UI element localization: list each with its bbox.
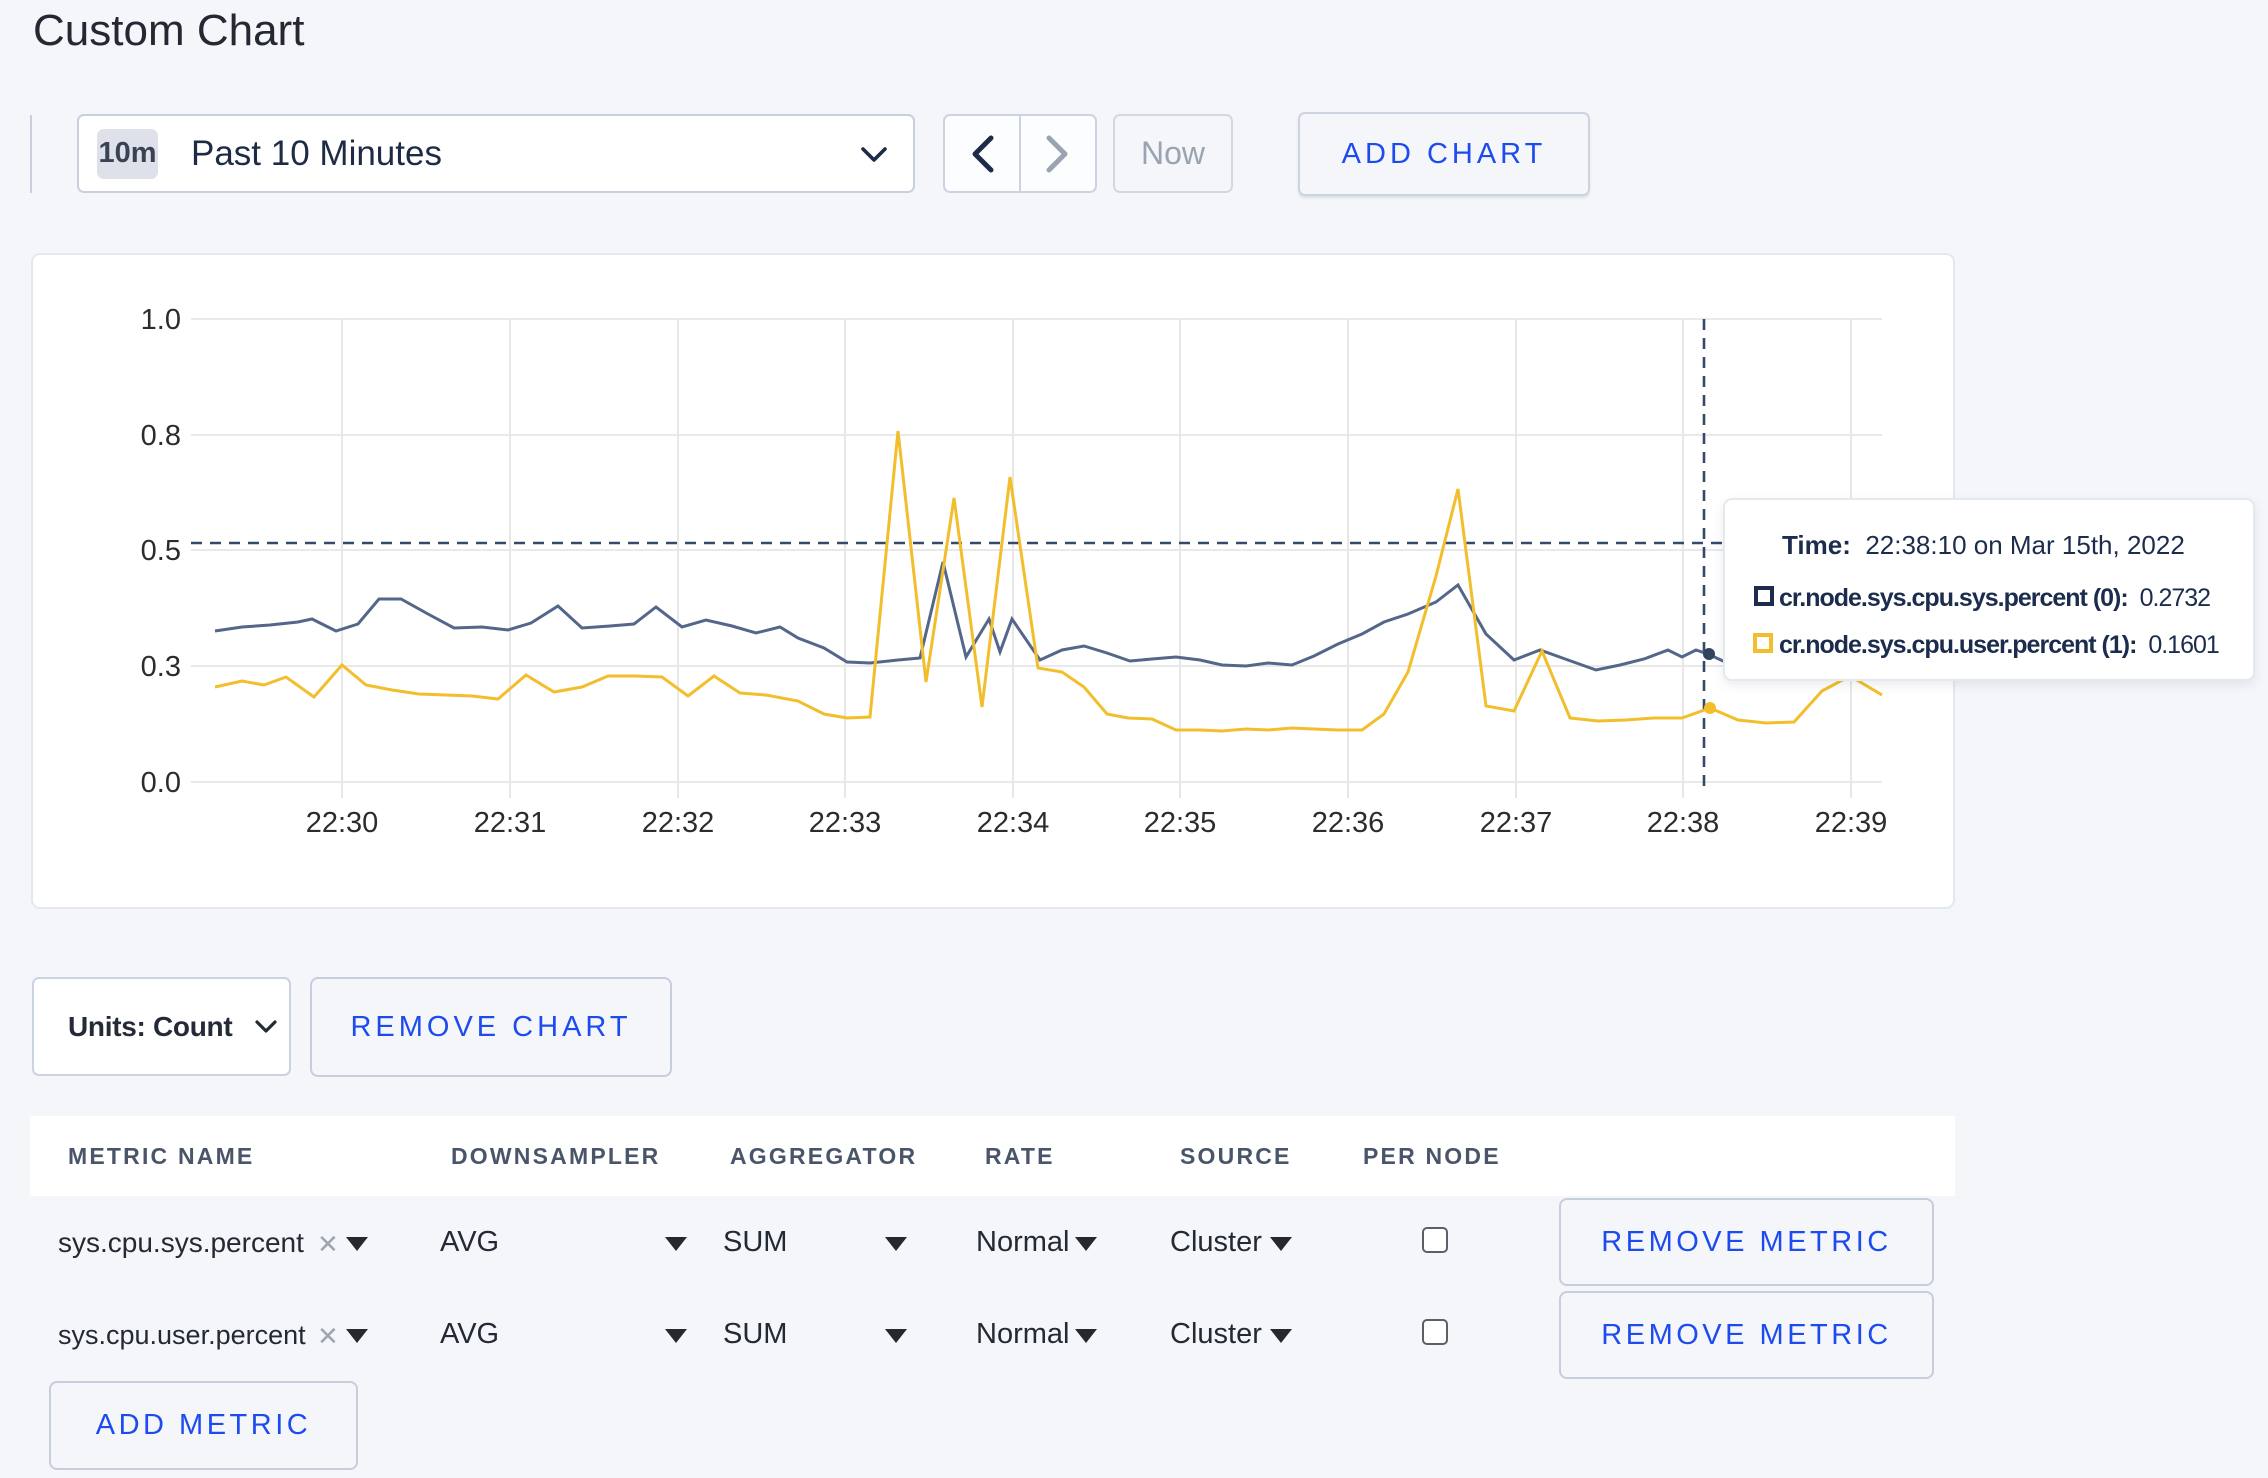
svg-text:22:39: 22:39	[1815, 807, 1888, 839]
svg-text:0.8: 0.8	[141, 420, 181, 452]
svg-text:22:30: 22:30	[306, 807, 379, 839]
svg-text:0.3: 0.3	[141, 651, 181, 683]
svg-text:0.0: 0.0	[141, 767, 181, 799]
svg-text:22:33: 22:33	[809, 807, 882, 839]
svg-text:22:35: 22:35	[1144, 807, 1217, 839]
svg-text:0.5: 0.5	[141, 535, 181, 567]
svg-text:22:31: 22:31	[474, 807, 547, 839]
svg-text:22:32: 22:32	[642, 807, 715, 839]
svg-text:22:37: 22:37	[1480, 807, 1553, 839]
svg-text:22:38: 22:38	[1647, 807, 1720, 839]
svg-text:22:36: 22:36	[1312, 807, 1385, 839]
svg-text:22:34: 22:34	[977, 807, 1050, 839]
svg-text:1.0: 1.0	[141, 304, 181, 336]
